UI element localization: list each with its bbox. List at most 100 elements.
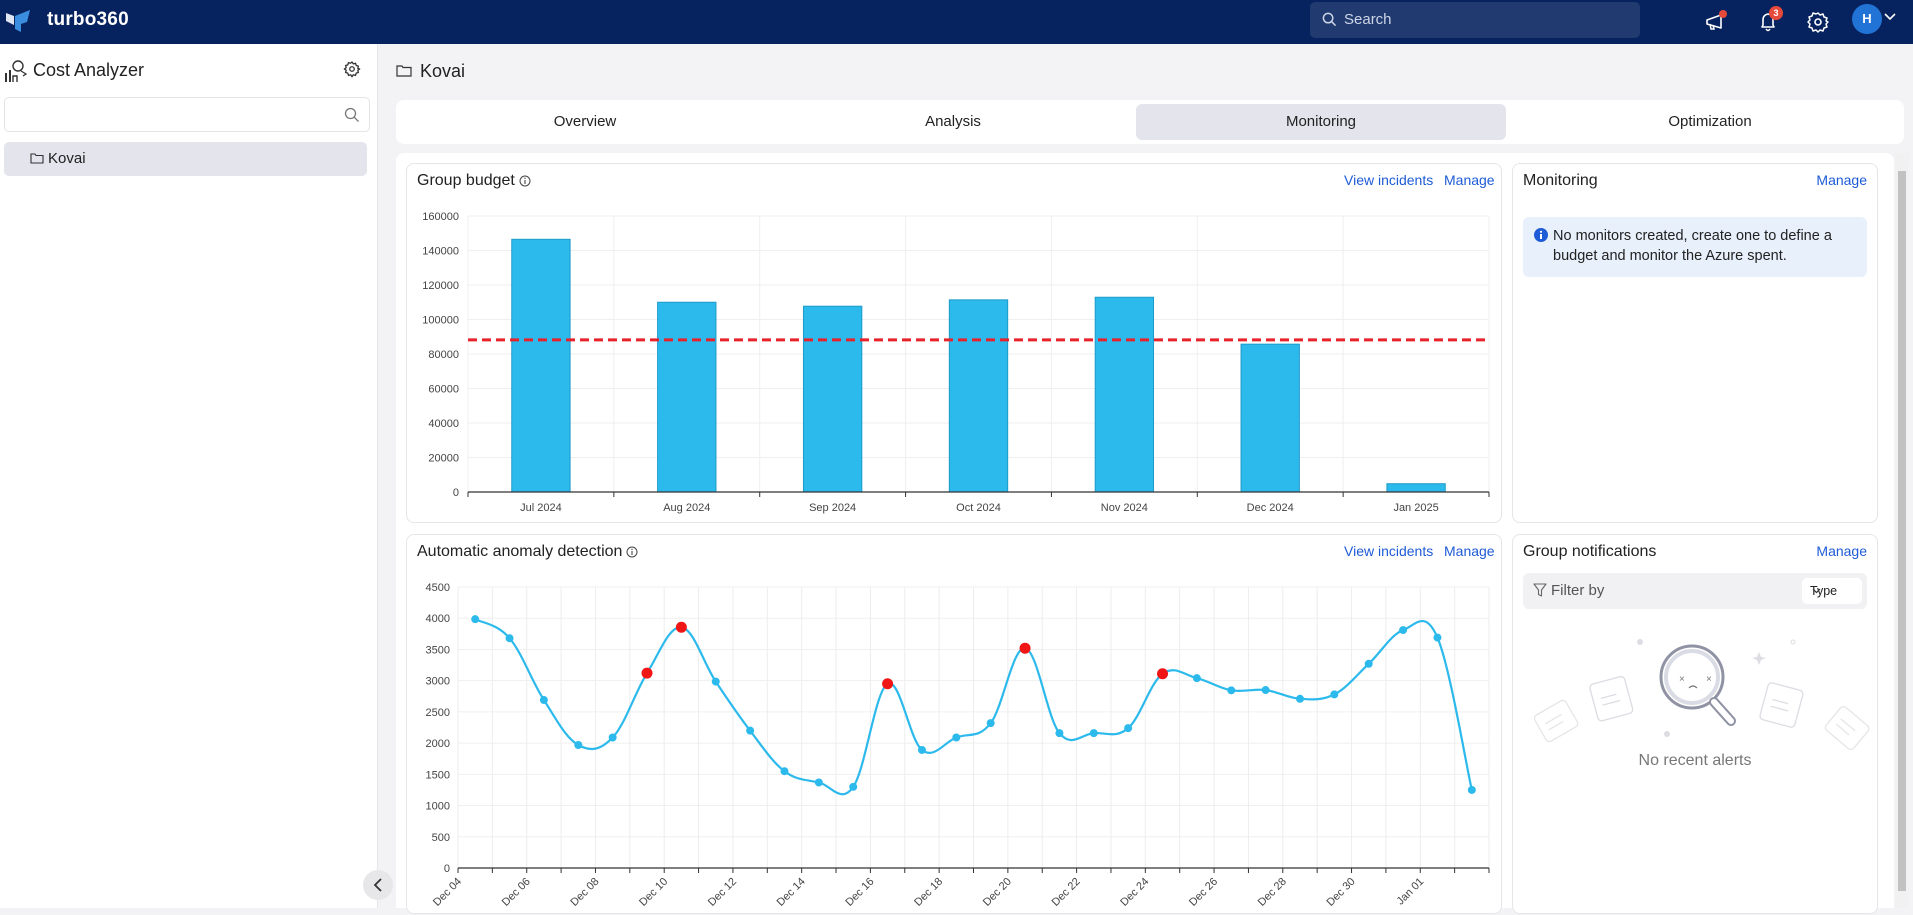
x-tick-label: Dec 10 bbox=[637, 876, 670, 909]
anomaly-point bbox=[675, 621, 687, 633]
x-tick-label: Dec 28 bbox=[1256, 876, 1289, 909]
data-point bbox=[711, 677, 720, 686]
global-search-input[interactable]: Search bbox=[1310, 2, 1640, 38]
sidebar-title: Cost Analyzer bbox=[33, 60, 145, 80]
data-point bbox=[539, 696, 548, 705]
notifications-button[interactable]: 3 bbox=[1755, 6, 1783, 36]
user-avatar[interactable]: H bbox=[1852, 4, 1882, 34]
y-tick-label: 500 bbox=[432, 832, 450, 844]
tab-analysis[interactable]: Analysis bbox=[768, 104, 1138, 140]
data-point bbox=[1192, 674, 1201, 683]
y-tick-label: 2000 bbox=[426, 738, 450, 750]
x-tick-label: Dec 24 bbox=[1118, 876, 1151, 909]
tab-bar: Overview Analysis Monitoring Optimizatio… bbox=[396, 100, 1904, 144]
no-monitors-alert: No monitors created, create one to defin… bbox=[1523, 217, 1867, 277]
search-icon bbox=[344, 107, 359, 122]
x-tick-label: Jan 2025 bbox=[1393, 502, 1438, 514]
data-point bbox=[1467, 785, 1476, 794]
filter-bar: Filter by Type bbox=[1523, 573, 1867, 609]
collapse-sidebar-button[interactable] bbox=[363, 870, 393, 900]
announcements-button[interactable] bbox=[1703, 8, 1731, 36]
y-tick-label: 4000 bbox=[426, 613, 450, 625]
anomaly-point bbox=[1157, 668, 1169, 680]
x-tick-label: Dec 06 bbox=[500, 876, 533, 909]
x-tick-label: Oct 2024 bbox=[956, 502, 1001, 514]
data-point bbox=[1227, 686, 1236, 695]
content-panel: Group budget View incidents Manage 0 2000… bbox=[396, 153, 1894, 914]
turbo360-logo-icon[interactable] bbox=[6, 10, 30, 32]
monitoring-card: Monitoring Manage No monitors created, c… bbox=[1512, 163, 1878, 523]
x-tick-label: Dec 14 bbox=[775, 876, 808, 909]
no-alerts-message: No recent alerts bbox=[1638, 752, 1752, 769]
anomaly-chart: 0 500 1000 1500 2000 2500 3000 3500 4000 4500 Dec … bbox=[426, 582, 1490, 909]
y-tick-label: 2500 bbox=[426, 707, 450, 719]
bar bbox=[1240, 343, 1300, 493]
svg-text:×: × bbox=[1679, 674, 1685, 685]
sidebar: Cost Analyzer Kovai bbox=[0, 44, 378, 908]
data-point bbox=[952, 733, 961, 742]
filter-icon bbox=[1533, 583, 1547, 597]
no-alerts-illustration: × × bbox=[1533, 639, 1870, 751]
data-point bbox=[917, 745, 926, 754]
x-tick-label: Dec 18 bbox=[912, 876, 945, 909]
group-notifications-card: Group notifications Manage Filter by Typ… bbox=[1512, 534, 1878, 914]
tab-overview[interactable]: Overview bbox=[400, 104, 770, 140]
data-point bbox=[1295, 694, 1304, 703]
search-icon bbox=[1322, 12, 1337, 27]
tab-optimization[interactable]: Optimization bbox=[1520, 104, 1900, 140]
x-tick-label: Aug 2024 bbox=[663, 502, 710, 514]
type-select[interactable]: Type bbox=[1802, 578, 1862, 604]
sidebar-search-input[interactable] bbox=[4, 97, 370, 132]
x-tick-label: Jul 2024 bbox=[520, 502, 562, 514]
notification-count-badge: 3 bbox=[1769, 6, 1783, 20]
tab-monitoring[interactable]: Monitoring bbox=[1136, 104, 1506, 140]
search-placeholder: Search bbox=[1344, 11, 1392, 28]
x-tick-label: Dec 22 bbox=[1050, 876, 1083, 909]
content-scrollbar[interactable] bbox=[1895, 153, 1909, 908]
x-tick-label: Dec 2024 bbox=[1247, 502, 1294, 514]
folder-icon bbox=[396, 65, 412, 77]
data-point bbox=[849, 782, 858, 791]
gear-icon bbox=[1807, 12, 1829, 33]
gear-icon[interactable] bbox=[343, 60, 361, 78]
data-point bbox=[1055, 729, 1064, 738]
anomaly-point bbox=[641, 667, 653, 679]
y-tick-label: 1500 bbox=[426, 769, 450, 781]
bar bbox=[948, 299, 1009, 493]
top-bar: turbo360 Search 3 H bbox=[0, 0, 1913, 44]
data-point bbox=[574, 740, 583, 749]
bar bbox=[511, 238, 571, 493]
y-tick-label: 1000 bbox=[426, 801, 450, 813]
sidebar-item-label: Kovai bbox=[48, 150, 86, 167]
chevron-down-icon[interactable] bbox=[1884, 12, 1896, 22]
x-tick-label: Jan 01 bbox=[1395, 876, 1427, 908]
page-title: Kovai bbox=[420, 61, 466, 81]
y-tick-label: 160000 bbox=[422, 211, 459, 223]
y-tick-label: 60000 bbox=[428, 384, 459, 396]
x-tick-label: Nov 2024 bbox=[1101, 502, 1148, 514]
x-tick-label: Sep 2024 bbox=[809, 502, 856, 514]
scrollbar-thumb[interactable] bbox=[1898, 171, 1906, 891]
group-budget-card: Group budget View incidents Manage 0 2000… bbox=[406, 163, 1502, 523]
bar bbox=[802, 305, 863, 493]
brand-name[interactable]: turbo360 bbox=[47, 9, 129, 31]
anomaly-point bbox=[882, 678, 894, 690]
filter-label: Filter by bbox=[1551, 582, 1605, 599]
y-tick-label: 0 bbox=[453, 487, 459, 499]
manage-link[interactable]: Manage bbox=[1816, 172, 1867, 188]
data-point bbox=[1433, 633, 1442, 642]
data-point bbox=[471, 615, 480, 624]
data-point bbox=[1261, 686, 1270, 695]
data-point bbox=[814, 778, 823, 787]
x-tick-label: Dec 20 bbox=[981, 876, 1014, 909]
x-tick-label: Dec 04 bbox=[431, 876, 464, 909]
data-point bbox=[1089, 729, 1098, 738]
no-monitors-message: No monitors created, create one to defin… bbox=[1553, 228, 1832, 264]
settings-button[interactable] bbox=[1804, 8, 1832, 36]
manage-link[interactable]: Manage bbox=[1816, 543, 1867, 559]
x-tick-label: Dec 12 bbox=[706, 876, 739, 909]
y-tick-label: 40000 bbox=[428, 418, 459, 430]
sidebar-item-kovai[interactable]: Kovai bbox=[4, 142, 367, 176]
svg-text:×: × bbox=[1706, 674, 1712, 685]
anomaly-point bbox=[1019, 642, 1031, 654]
